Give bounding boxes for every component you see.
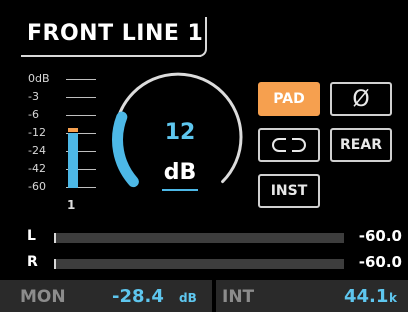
sample-rate-value[interactable]: 44.1	[344, 286, 388, 307]
rear-button-label: REAR	[340, 137, 382, 153]
channel-title-frame: FRONT LINE 1	[21, 17, 207, 57]
pad-button-label: PAD	[273, 91, 305, 107]
title-frame-corner	[197, 47, 207, 57]
scale-label-0db: 0dB	[28, 72, 50, 85]
scale-label-42: -42	[28, 162, 46, 175]
status-bar-divider	[212, 280, 216, 312]
title-frame-edge	[205, 17, 207, 47]
scale-tick	[66, 115, 96, 116]
sample-rate-unit: k	[389, 291, 397, 305]
gain-unit: dB	[163, 160, 197, 185]
output-meter-right-track	[54, 259, 344, 269]
phase-invert-icon: Ø	[352, 86, 370, 112]
scale-label-60: -60	[28, 180, 46, 193]
inst-button-label: INST	[270, 183, 308, 199]
stereo-link-icon	[272, 138, 306, 152]
monitor-label: MON	[20, 287, 66, 307]
pad-button[interactable]: PAD	[258, 82, 320, 116]
output-meter-left-label: L	[27, 228, 36, 244]
scale-label-3: -3	[28, 90, 39, 103]
output-meter-left-value: -60.0	[358, 227, 402, 245]
stereo-link-button[interactable]	[258, 128, 320, 162]
gain-knob-arc	[112, 111, 139, 188]
scale-label-6: -6	[28, 108, 39, 121]
output-meter-right-label: R	[27, 254, 38, 270]
output-meter-right-marker	[54, 259, 56, 269]
clock-source-label: INT	[222, 287, 255, 307]
gain-value: 12	[164, 120, 196, 145]
scale-tick	[66, 79, 96, 80]
channel-title: FRONT LINE 1	[27, 21, 204, 46]
title-underline	[21, 55, 201, 57]
phase-invert-button[interactable]: Ø	[330, 82, 392, 116]
scale-tick	[66, 97, 96, 98]
monitor-level-value[interactable]: -28.4	[112, 286, 164, 307]
inst-button[interactable]: INST	[258, 174, 320, 208]
input-channel-number: 1	[67, 198, 76, 212]
input-peak-indicator	[68, 128, 78, 132]
gain-unit-underline	[162, 189, 198, 191]
scale-label-12: -12	[28, 126, 46, 139]
output-meter-right-value: -60.0	[358, 253, 402, 271]
output-meter-left-track	[54, 233, 344, 243]
input-level-bar	[68, 133, 78, 188]
rear-input-button[interactable]: REAR	[330, 128, 392, 162]
output-meter-left-marker	[54, 233, 56, 243]
scale-label-24: -24	[28, 144, 46, 157]
monitor-level-unit: dB	[179, 291, 197, 305]
